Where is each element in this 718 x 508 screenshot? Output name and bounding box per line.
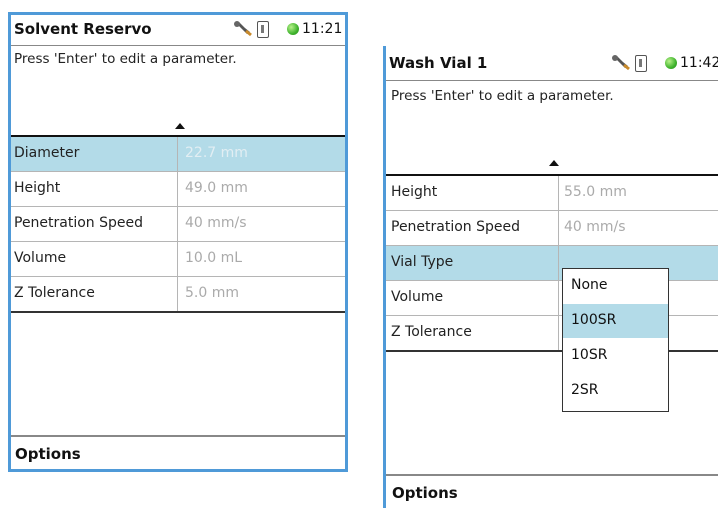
dropdown-option-none[interactable]: None [563,269,668,303]
options-softkey[interactable]: Options [386,474,718,508]
dropdown-option-label: 2SR [571,382,599,398]
wrench-icon [612,55,630,71]
usb-icon [635,55,647,72]
column-divider [177,172,178,206]
dropdown-option-label: 10SR [571,347,608,363]
column-divider [177,277,178,311]
param-row-penetration-speed[interactable]: Penetration Speed 40 mm/s [386,211,718,246]
solvent-reservoir-screen: Solvent Reservo 11:21 Press 'Enter' to e… [8,12,348,472]
param-value: 22.7 mm [185,145,248,161]
param-label: Diameter [14,145,80,161]
column-divider [558,211,559,245]
parameter-table: Diameter 22.7 mm Height 49.0 mm Penetrat… [11,135,345,313]
instruction-text: Press 'Enter' to edit a parameter. [391,88,614,104]
param-row-diameter[interactable]: Diameter 22.7 mm [11,137,345,172]
usb-icon [257,21,269,38]
column-divider [177,207,178,241]
options-softkey[interactable]: Options [11,435,345,469]
scroll-up-icon[interactable] [549,160,559,166]
title-bar: Solvent Reservo 11:21 [11,15,345,46]
param-value: 40 mm/s [185,215,247,231]
column-divider [558,281,559,315]
screen-title: Solvent Reservo [14,20,152,38]
param-value: 40 mm/s [564,219,626,235]
options-label: Options [15,445,81,463]
column-divider [558,176,559,210]
options-label: Options [392,484,458,502]
column-divider [177,137,178,171]
dropdown-option-label: None [571,277,608,293]
clock: 11:42 [680,55,718,71]
column-divider [558,316,559,350]
title-bar: Wash Vial 1 11:42 [386,46,718,81]
param-label: Height [14,180,61,196]
param-row-penetration-speed[interactable]: Penetration Speed 40 mm/s [11,207,345,242]
scroll-up-icon[interactable] [175,123,185,129]
param-label: Volume [14,250,67,266]
dropdown-option-2sr[interactable]: 2SR [563,374,668,408]
wash-vial-screen: Wash Vial 1 11:42 Press 'Enter' to edit … [383,46,718,508]
dropdown-option-label: 100SR [571,312,617,328]
vial-type-dropdown[interactable]: None 100SR 10SR 2SR [562,268,669,412]
param-row-height[interactable]: Height 55.0 mm [386,176,718,211]
status-led-icon [287,23,299,35]
param-label: Height [391,184,438,200]
column-divider [558,246,559,280]
param-label: Z Tolerance [14,285,95,301]
wrench-icon [234,21,252,37]
screen-title: Wash Vial 1 [389,54,488,72]
param-label: Volume [391,289,444,305]
dropdown-option-10sr[interactable]: 10SR [563,339,668,373]
param-value: 49.0 mm [185,180,248,196]
param-label: Vial Type [391,254,454,270]
param-value: 55.0 mm [564,184,627,200]
param-value: 5.0 mm [185,285,239,301]
param-label: Z Tolerance [391,324,472,340]
status-led-icon [665,57,677,69]
param-label: Penetration Speed [391,219,521,235]
clock: 11:21 [302,21,343,37]
param-row-height[interactable]: Height 49.0 mm [11,172,345,207]
param-row-z-tolerance[interactable]: Z Tolerance 5.0 mm [11,277,345,311]
param-row-volume[interactable]: Volume 10.0 mL [11,242,345,277]
param-label: Penetration Speed [14,215,144,231]
param-value: 10.0 mL [185,250,243,266]
column-divider [177,242,178,276]
dropdown-option-100sr[interactable]: 100SR [563,304,668,338]
instruction-text: Press 'Enter' to edit a parameter. [14,51,237,67]
